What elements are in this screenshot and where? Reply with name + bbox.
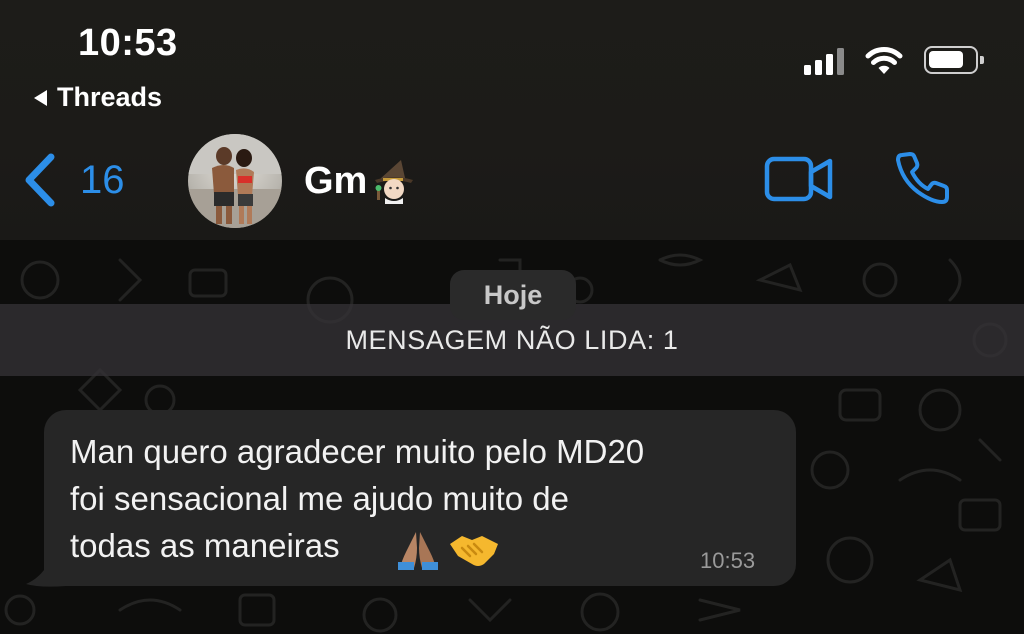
- date-separator: Hoje: [450, 270, 576, 320]
- phone-icon[interactable]: [894, 150, 952, 206]
- contact-name[interactable]: Gm: [304, 158, 417, 204]
- date-label: Hoje: [483, 279, 543, 310]
- contact-name-text: Gm: [304, 159, 368, 202]
- message-line: Man quero agradecer muito pelo MD20: [70, 433, 645, 470]
- back-app-label: Threads: [57, 82, 163, 112]
- chat-header: 10:53 Threads 16 Gm: [0, 0, 1024, 240]
- back-button[interactable]: 16: [22, 152, 125, 208]
- cellular-signal-icon: [804, 45, 844, 75]
- chevron-left-icon: [25, 153, 55, 207]
- unread-banner-label: MENSAGEM NÃO LIDA: 1: [345, 324, 679, 355]
- unread-chats-count: 16: [80, 157, 125, 202]
- handshake-icon: [450, 536, 498, 566]
- message-line: foi sensacional me ajudo muito de: [70, 480, 569, 517]
- folded-hands-icon: [398, 532, 438, 570]
- status-bar-time: 10:53: [78, 22, 178, 64]
- contact-avatar[interactable]: [188, 134, 282, 228]
- message-emojis: [396, 530, 500, 570]
- video-camera-icon[interactable]: [764, 155, 834, 203]
- battery-icon: [924, 46, 984, 74]
- back-triangle-icon: [34, 89, 47, 106]
- avatar-photo: [188, 134, 282, 228]
- witch-emoji-icon: [375, 160, 414, 204]
- chat-screen: 10:53 Threads 16 Gm MENSAGEM NÃO LIDA: 1…: [0, 0, 1024, 634]
- status-icons: [804, 44, 984, 76]
- message-timestamp: 10:53: [700, 548, 756, 573]
- wifi-icon: [865, 47, 903, 74]
- back-to-app-link[interactable]: Threads: [34, 82, 162, 113]
